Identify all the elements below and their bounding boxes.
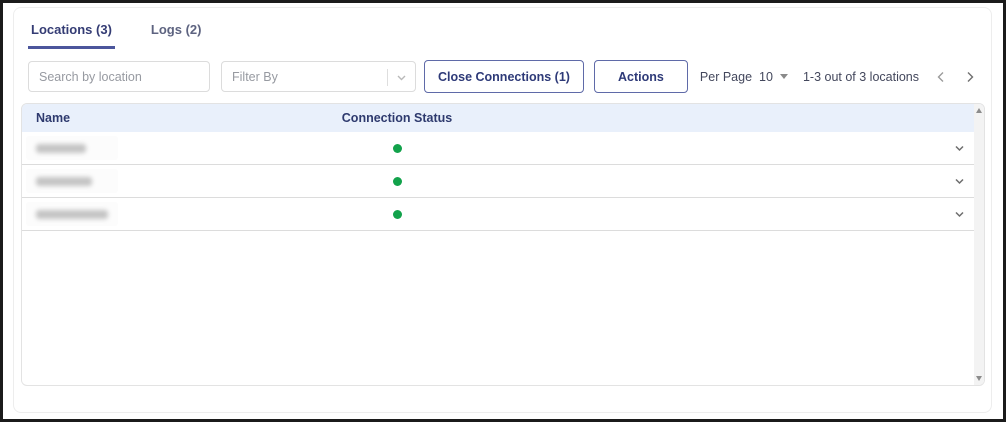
redacted-text-blur xyxy=(36,210,108,219)
triangle-up-icon[interactable] xyxy=(976,108,982,113)
table-row[interactable] xyxy=(22,132,984,165)
status-dot-connected xyxy=(393,210,402,219)
pagination-range-text: 1-3 out of 3 locations xyxy=(803,70,919,84)
chevron-down-icon[interactable] xyxy=(953,142,966,155)
actions-button[interactable]: Actions xyxy=(594,60,688,93)
redacted-text-blur xyxy=(36,144,86,153)
column-header-name: Name xyxy=(22,111,307,125)
location-name-redacted xyxy=(26,202,118,226)
connection-status-cell xyxy=(307,210,487,219)
locations-table: Name Connection Status xyxy=(21,103,985,386)
connection-status-cell xyxy=(307,177,487,186)
chevron-down-icon xyxy=(396,72,407,86)
table-row[interactable] xyxy=(22,198,984,231)
per-page-value[interactable]: 10 xyxy=(759,70,773,84)
tab-logs[interactable]: Logs (2) xyxy=(148,22,205,49)
toolbar: Filter By Close Connections (1) Actions … xyxy=(28,60,977,93)
triangle-down-icon[interactable] xyxy=(976,376,982,381)
status-dot-connected xyxy=(393,177,402,186)
locations-panel: Locations (3) Logs (2) Filter By Close C… xyxy=(13,7,992,413)
per-page-label: Per Page xyxy=(700,70,752,84)
tab-bar: Locations (3) Logs (2) xyxy=(28,22,991,49)
chevron-down-icon[interactable] xyxy=(953,175,966,188)
close-connections-button[interactable]: Close Connections (1) xyxy=(424,60,584,93)
table-row[interactable] xyxy=(22,165,984,198)
column-header-connection-status: Connection Status xyxy=(307,111,487,125)
vertical-scrollbar[interactable] xyxy=(974,104,984,385)
search-input[interactable] xyxy=(28,61,210,92)
chevron-right-icon[interactable] xyxy=(963,70,977,84)
chevron-left-icon[interactable] xyxy=(934,70,948,84)
table-header-row: Name Connection Status xyxy=(22,104,984,132)
caret-down-icon[interactable] xyxy=(780,74,788,79)
per-page-control: Per Page 10 xyxy=(700,70,788,84)
status-dot-connected xyxy=(393,144,402,153)
filter-by-placeholder: Filter By xyxy=(232,70,278,84)
filter-by-select[interactable]: Filter By xyxy=(221,61,416,92)
redacted-text-blur xyxy=(36,177,92,186)
table-body xyxy=(22,132,984,231)
connection-status-cell xyxy=(307,144,487,153)
tab-locations[interactable]: Locations (3) xyxy=(28,22,115,49)
location-name-redacted xyxy=(26,169,118,193)
filter-divider xyxy=(387,69,388,86)
chevron-down-icon[interactable] xyxy=(953,208,966,221)
location-name-redacted xyxy=(26,136,118,160)
